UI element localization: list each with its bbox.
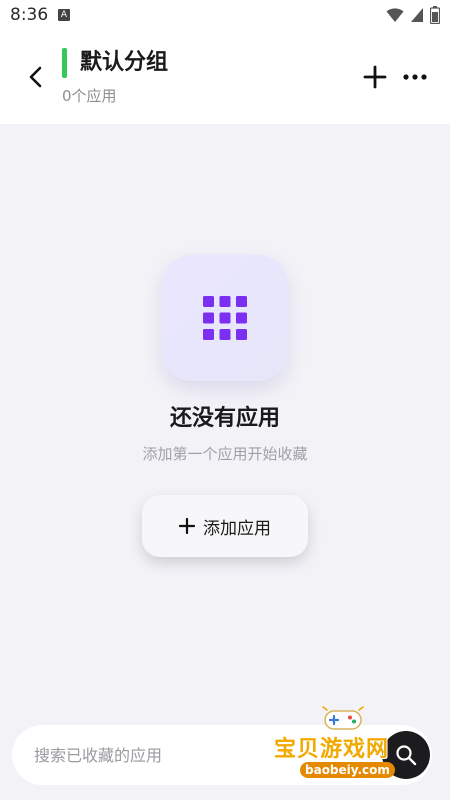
- app-count: 0个应用: [62, 87, 117, 105]
- search-icon: [396, 745, 417, 766]
- more-button[interactable]: [400, 62, 430, 92]
- status-time: 8:36: [10, 5, 49, 25]
- battery-icon: [430, 6, 440, 24]
- wifi-icon: [386, 8, 404, 22]
- signal-icon: [411, 8, 423, 22]
- main-content: 还没有应用 添加第一个应用开始收藏 添加应用: [0, 124, 450, 800]
- search-button[interactable]: [382, 731, 430, 779]
- add-app-button[interactable]: 添加应用: [142, 495, 308, 557]
- app-grid-icon: [203, 296, 247, 340]
- empty-state-subtitle: 添加第一个应用开始收藏: [142, 445, 308, 463]
- back-arrow-icon: [29, 66, 42, 88]
- back-button[interactable]: [20, 62, 50, 92]
- status-icons: [386, 6, 440, 24]
- search-input[interactable]: [32, 744, 336, 766]
- add-app-button-label: 添加应用: [203, 518, 271, 539]
- search-bar: [12, 725, 432, 785]
- plus-icon: [179, 518, 195, 534]
- status-app-badge-icon: A: [58, 9, 70, 21]
- plus-icon: [363, 65, 387, 89]
- title-accent-bar: [62, 48, 67, 78]
- more-icon: [403, 74, 427, 80]
- empty-state-icon-box: [162, 255, 288, 381]
- header: 默认分组 0个应用: [0, 32, 450, 124]
- page-title: 默认分组: [80, 50, 169, 75]
- empty-state-title: 还没有应用: [169, 406, 280, 431]
- status-bar: 8:36 A: [0, 0, 450, 32]
- add-button[interactable]: [360, 62, 390, 92]
